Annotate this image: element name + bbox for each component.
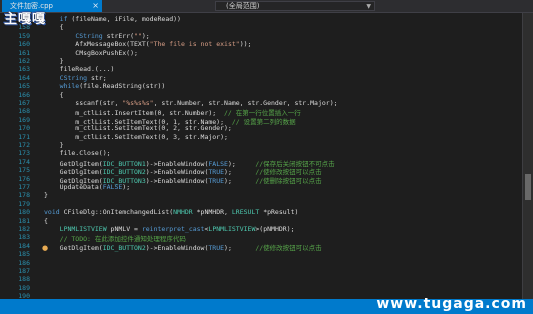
line-number: 175 <box>18 166 30 175</box>
line-number: 170 <box>18 124 30 133</box>
code-line: { <box>44 216 48 225</box>
code-line: { <box>44 23 64 32</box>
line-number: 178 <box>18 191 30 200</box>
code-line: file.Close(); <box>44 149 111 158</box>
line-number: 172 <box>18 141 30 149</box>
document-tab-bar: 文件加密.cpp × (全局范围) ▼ <box>0 0 533 13</box>
line-number: 164 <box>18 73 30 82</box>
code-editor[interactable]: if (fileName, iFile, modeRead)) { CStrin… <box>44 13 522 299</box>
code-line: } <box>44 57 64 65</box>
code-line: CMsgBoxPushEx(); <box>44 48 138 57</box>
line-number: 177 <box>18 183 30 191</box>
line-number: 179 <box>18 199 30 208</box>
line-number: 188 <box>18 275 30 284</box>
code-line: m_ctlList.SetItemText(0, 3, str.Major); <box>44 132 228 141</box>
code-line: UpdateData(FALSE); <box>44 183 131 191</box>
line-number: 171 <box>18 132 30 141</box>
line-number: 183 <box>18 233 30 242</box>
vertical-scrollbar[interactable] <box>522 13 533 299</box>
line-number: 163 <box>18 65 30 74</box>
line-number: 173 <box>18 149 30 158</box>
watermark-logo: 主嘎嘎 <box>4 12 47 27</box>
code-line: CString str; <box>59 73 107 82</box>
line-number-gutter: 157 158 159 160 161 162 163 164 165 166 167 168 169 1… <box>0 13 40 300</box>
line-number: 162 <box>18 57 30 65</box>
line-number: 185 <box>18 250 30 259</box>
code-line: } <box>44 191 48 200</box>
line-number: 182 <box>18 225 30 233</box>
line-number: 166 <box>18 90 30 99</box>
code-line: sscanf(str, "%s%s%s", str.Number, str.Na… <box>44 99 338 107</box>
line-number: 161 <box>18 48 30 57</box>
line-number: 169 <box>18 115 30 124</box>
close-icon[interactable]: × <box>92 0 99 12</box>
line-number: 189 <box>18 283 30 292</box>
line-number: 165 <box>18 82 30 91</box>
line-number: 168 <box>18 107 30 116</box>
code-line: void CFileDlg::OnItemchangedList(NMHDR *… <box>44 208 299 217</box>
lightbulb-icon[interactable]: ● <box>42 244 50 252</box>
scrollbar-thumb[interactable] <box>525 174 531 201</box>
code-line: } <box>44 141 64 149</box>
code-line: GetDlgItem(IDC_BUTTON2)->EnableWindow(TR… <box>44 243 322 252</box>
code-line: AfxMessageBox(TEXT("The file is not exis… <box>44 40 252 49</box>
code-line: fileRead.(...) <box>44 65 115 74</box>
line-number: 180 <box>18 208 30 217</box>
watermark-url: www.tugaga.com <box>376 296 527 312</box>
code-line: LPNMLISTVIEW pNMLV = reinterpret_cast<LP… <box>59 225 295 233</box>
scope-dropdown[interactable]: (全局范围) ▼ <box>215 1 375 11</box>
line-number: 174 <box>18 157 30 166</box>
line-number: 186 <box>18 258 30 267</box>
code-line: while(file.ReadString(str)) <box>59 82 166 91</box>
code-line: m_ctlList.SetItemText(0, 2, str.Gender); <box>44 124 232 133</box>
chevron-down-icon: ▼ <box>366 3 371 10</box>
line-number: 159 <box>18 31 30 40</box>
line-number: 176 <box>18 174 30 183</box>
code-line: if (fileName, iFile, modeRead)) <box>59 15 181 23</box>
code-line: CString strErr(""); <box>75 31 150 40</box>
code-line: { <box>44 90 64 99</box>
line-number: 181 <box>18 216 30 225</box>
scope-label: (全局范围) <box>226 2 260 10</box>
line-number: 187 <box>18 267 30 275</box>
line-number: 184 <box>18 241 30 250</box>
line-number: 167 <box>18 99 30 107</box>
line-number: 160 <box>18 40 30 49</box>
